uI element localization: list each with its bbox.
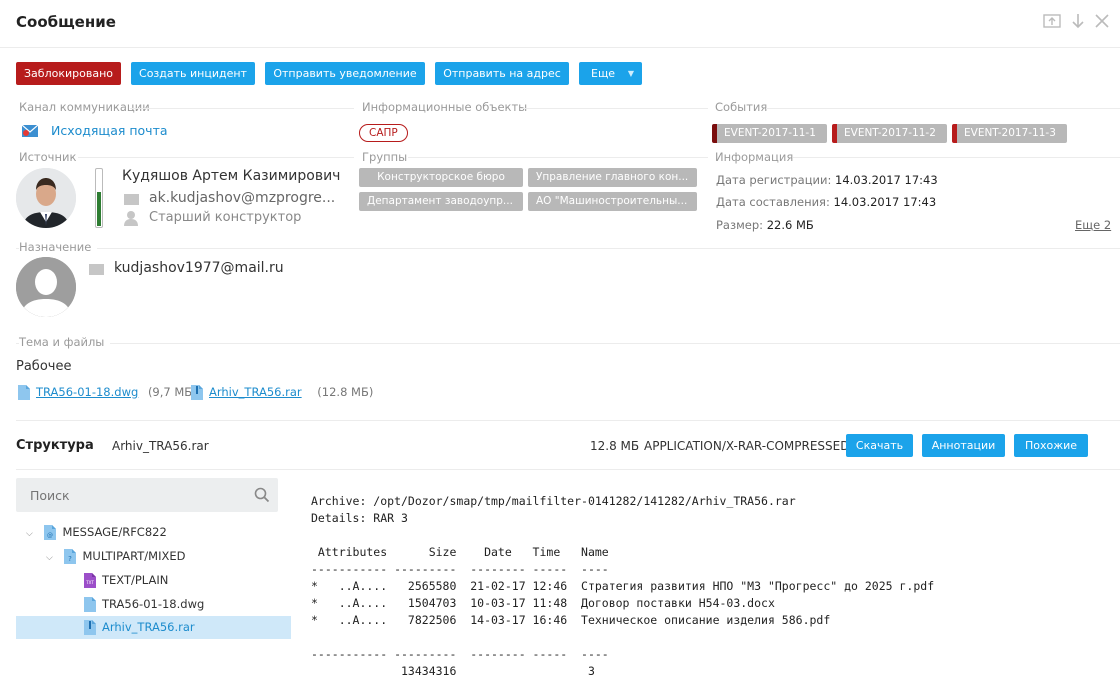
svg-text:@: @ [47, 532, 53, 539]
event-tag[interactable]: EVENT-2017-11-3 [952, 124, 1067, 143]
archive-listing: Archive: /opt/Dozor/smap/tmp/mailfilter-… [311, 493, 1111, 685]
size-label: Размер: [716, 218, 764, 232]
group-tag[interactable]: Управление главного кон... [528, 168, 697, 187]
search-box[interactable] [16, 478, 278, 512]
group-tag[interactable]: Департамент заводоупр... [359, 192, 523, 211]
source-avatar [16, 168, 76, 228]
listing-line: 13434316 3 [311, 664, 595, 678]
attachment-size: (9,7 МБ) [147, 385, 197, 399]
source-email: ak.kudjashov@mzprogre... [149, 190, 336, 206]
source-label: Источник [19, 150, 77, 164]
tree-node[interactable]: TXT TEXT/PLAIN [84, 569, 168, 592]
size-value: 22.6 МБ [766, 218, 814, 232]
send-to-address-button[interactable]: Отправить на адрес [435, 62, 569, 85]
tree-node[interactable]: ⌵ ? MULTIPART/MIXED [46, 545, 186, 568]
listing-line: Archive: /opt/Dozor/smap/tmp/mailfilter-… [311, 494, 796, 508]
similar-button[interactable]: Похожие [1014, 434, 1088, 457]
info-objects-label: Информационные объекты [362, 100, 528, 114]
event-tag[interactable]: EVENT-2017-11-2 [832, 124, 947, 143]
source-name: Кудяшов Артем Казимирович [122, 168, 341, 184]
channel-value-link[interactable]: Исходящая почта [51, 123, 168, 138]
annotations-button[interactable]: Аннотации [922, 434, 1005, 457]
structure-file-size: 12.8 МБ [590, 439, 640, 453]
subject-label: Тема и файлы [19, 335, 111, 349]
group-tag[interactable]: АО "Машиностроительны... [528, 192, 697, 211]
channel-label: Канал коммуникации [19, 100, 150, 114]
multipart-file-icon: ? [64, 549, 77, 564]
destination-email: kudjashov1977@mail.ru [114, 260, 284, 276]
structure-title: Структура [16, 438, 94, 453]
more-label: Еще [591, 67, 616, 80]
events-label: События [715, 100, 768, 114]
create-incident-button[interactable]: Создать инцидент [131, 62, 255, 85]
message-size: Размер: 22.6 МБ [716, 218, 814, 232]
attachment-file[interactable]: Arhiv_TRA56.rar (12.8 МБ) [191, 385, 373, 400]
listing-line: * ..A.... 7822506 14-03-17 16:46 Техниче… [311, 613, 831, 627]
tree-node-selected[interactable]: Arhiv_TRA56.rar [16, 616, 291, 639]
more-dropdown-button[interactable]: Еще ▼ [579, 62, 642, 85]
structure-file-name: Arhiv_TRA56.rar [112, 439, 209, 453]
listing-line: * ..A.... 2565580 21-02-17 12:46 Стратег… [311, 579, 935, 593]
subject-text: Рабочее [16, 359, 72, 374]
person-icon [124, 210, 138, 226]
attachment-name[interactable]: Arhiv_TRA56.rar [209, 385, 302, 399]
page-title: Сообщение [16, 13, 116, 31]
source-activity-bar [95, 168, 103, 228]
archive-file-icon [84, 620, 96, 635]
group-tag[interactable]: Конструкторское бюро [359, 168, 523, 187]
tree-node-label: MULTIPART/MIXED [82, 549, 186, 563]
attachment-name[interactable]: TRA56-01-18.dwg [36, 385, 138, 399]
structure-mime-type: APPLICATION/X-RAR-COMPRESSED [644, 439, 850, 453]
email-icon [89, 264, 104, 275]
listing-line: ----------- --------- -------- ----- ---… [311, 647, 609, 661]
email-icon [124, 194, 139, 205]
tree-node-label: TRA56-01-18.dwg [102, 597, 205, 611]
composition-date: Дата составления: 14.03.2017 17:43 [716, 195, 936, 209]
search-icon[interactable] [254, 487, 270, 503]
info-label: Информация [715, 150, 794, 164]
composition-date-value: 14.03.2017 17:43 [833, 195, 937, 209]
send-notification-button[interactable]: Отправить уведомление [265, 62, 425, 85]
source-position: Старший конструктор [149, 210, 302, 225]
destination-label: Назначение [19, 240, 98, 254]
export-icon[interactable] [1043, 12, 1061, 30]
chevron-down-icon[interactable]: ⌵ [26, 529, 33, 539]
text-file-icon: TXT [84, 573, 96, 588]
listing-line: ----------- --------- -------- ----- ---… [311, 562, 609, 576]
listing-line: * ..A.... 1504703 10-03-17 11:48 Договор… [311, 596, 775, 610]
download-arrow-icon[interactable] [1070, 12, 1086, 30]
tree-node[interactable]: TRA56-01-18.dwg [84, 593, 204, 616]
close-icon[interactable] [1094, 13, 1110, 29]
search-input[interactable] [30, 486, 230, 504]
registration-date: Дата регистрации: 14.03.2017 17:43 [716, 173, 938, 187]
tree-node-label: MESSAGE/RFC822 [62, 525, 167, 539]
registration-date-value: 14.03.2017 17:43 [835, 173, 938, 187]
registration-date-label: Дата регистрации: [716, 173, 832, 187]
outgoing-mail-icon [21, 124, 39, 137]
listing-line: Attributes Size Date Time Name [311, 545, 609, 559]
composition-date-label: Дата составления: [716, 195, 830, 209]
tree-node-label: TEXT/PLAIN [102, 573, 169, 587]
tree-node-label: Arhiv_TRA56.rar [102, 620, 195, 634]
file-icon [84, 597, 96, 612]
message-file-icon: @ [44, 525, 57, 540]
listing-line: Details: RAR 3 [311, 511, 408, 525]
tree-node[interactable]: ⌵ @ MESSAGE/RFC822 [26, 521, 167, 544]
destination-avatar [16, 257, 76, 317]
attachment-file[interactable]: TRA56-01-18.dwg (9,7 МБ) [18, 385, 197, 400]
blocked-button[interactable]: Заблокировано [16, 62, 121, 85]
svg-text:?: ? [69, 555, 73, 563]
file-icon [18, 385, 30, 400]
groups-label: Группы [362, 150, 408, 164]
attachment-size: (12.8 МБ) [317, 385, 374, 399]
svg-text:TXT: TXT [85, 580, 94, 585]
event-tag[interactable]: EVENT-2017-11-1 [712, 124, 827, 143]
info-object-tag[interactable]: САПР [359, 124, 408, 142]
more-info-link[interactable]: Еще 2 [1075, 218, 1111, 232]
chevron-down-icon: ▼ [627, 69, 634, 78]
download-button[interactable]: Скачать [846, 434, 913, 457]
chevron-down-icon[interactable]: ⌵ [46, 553, 53, 563]
archive-file-icon [191, 385, 203, 400]
